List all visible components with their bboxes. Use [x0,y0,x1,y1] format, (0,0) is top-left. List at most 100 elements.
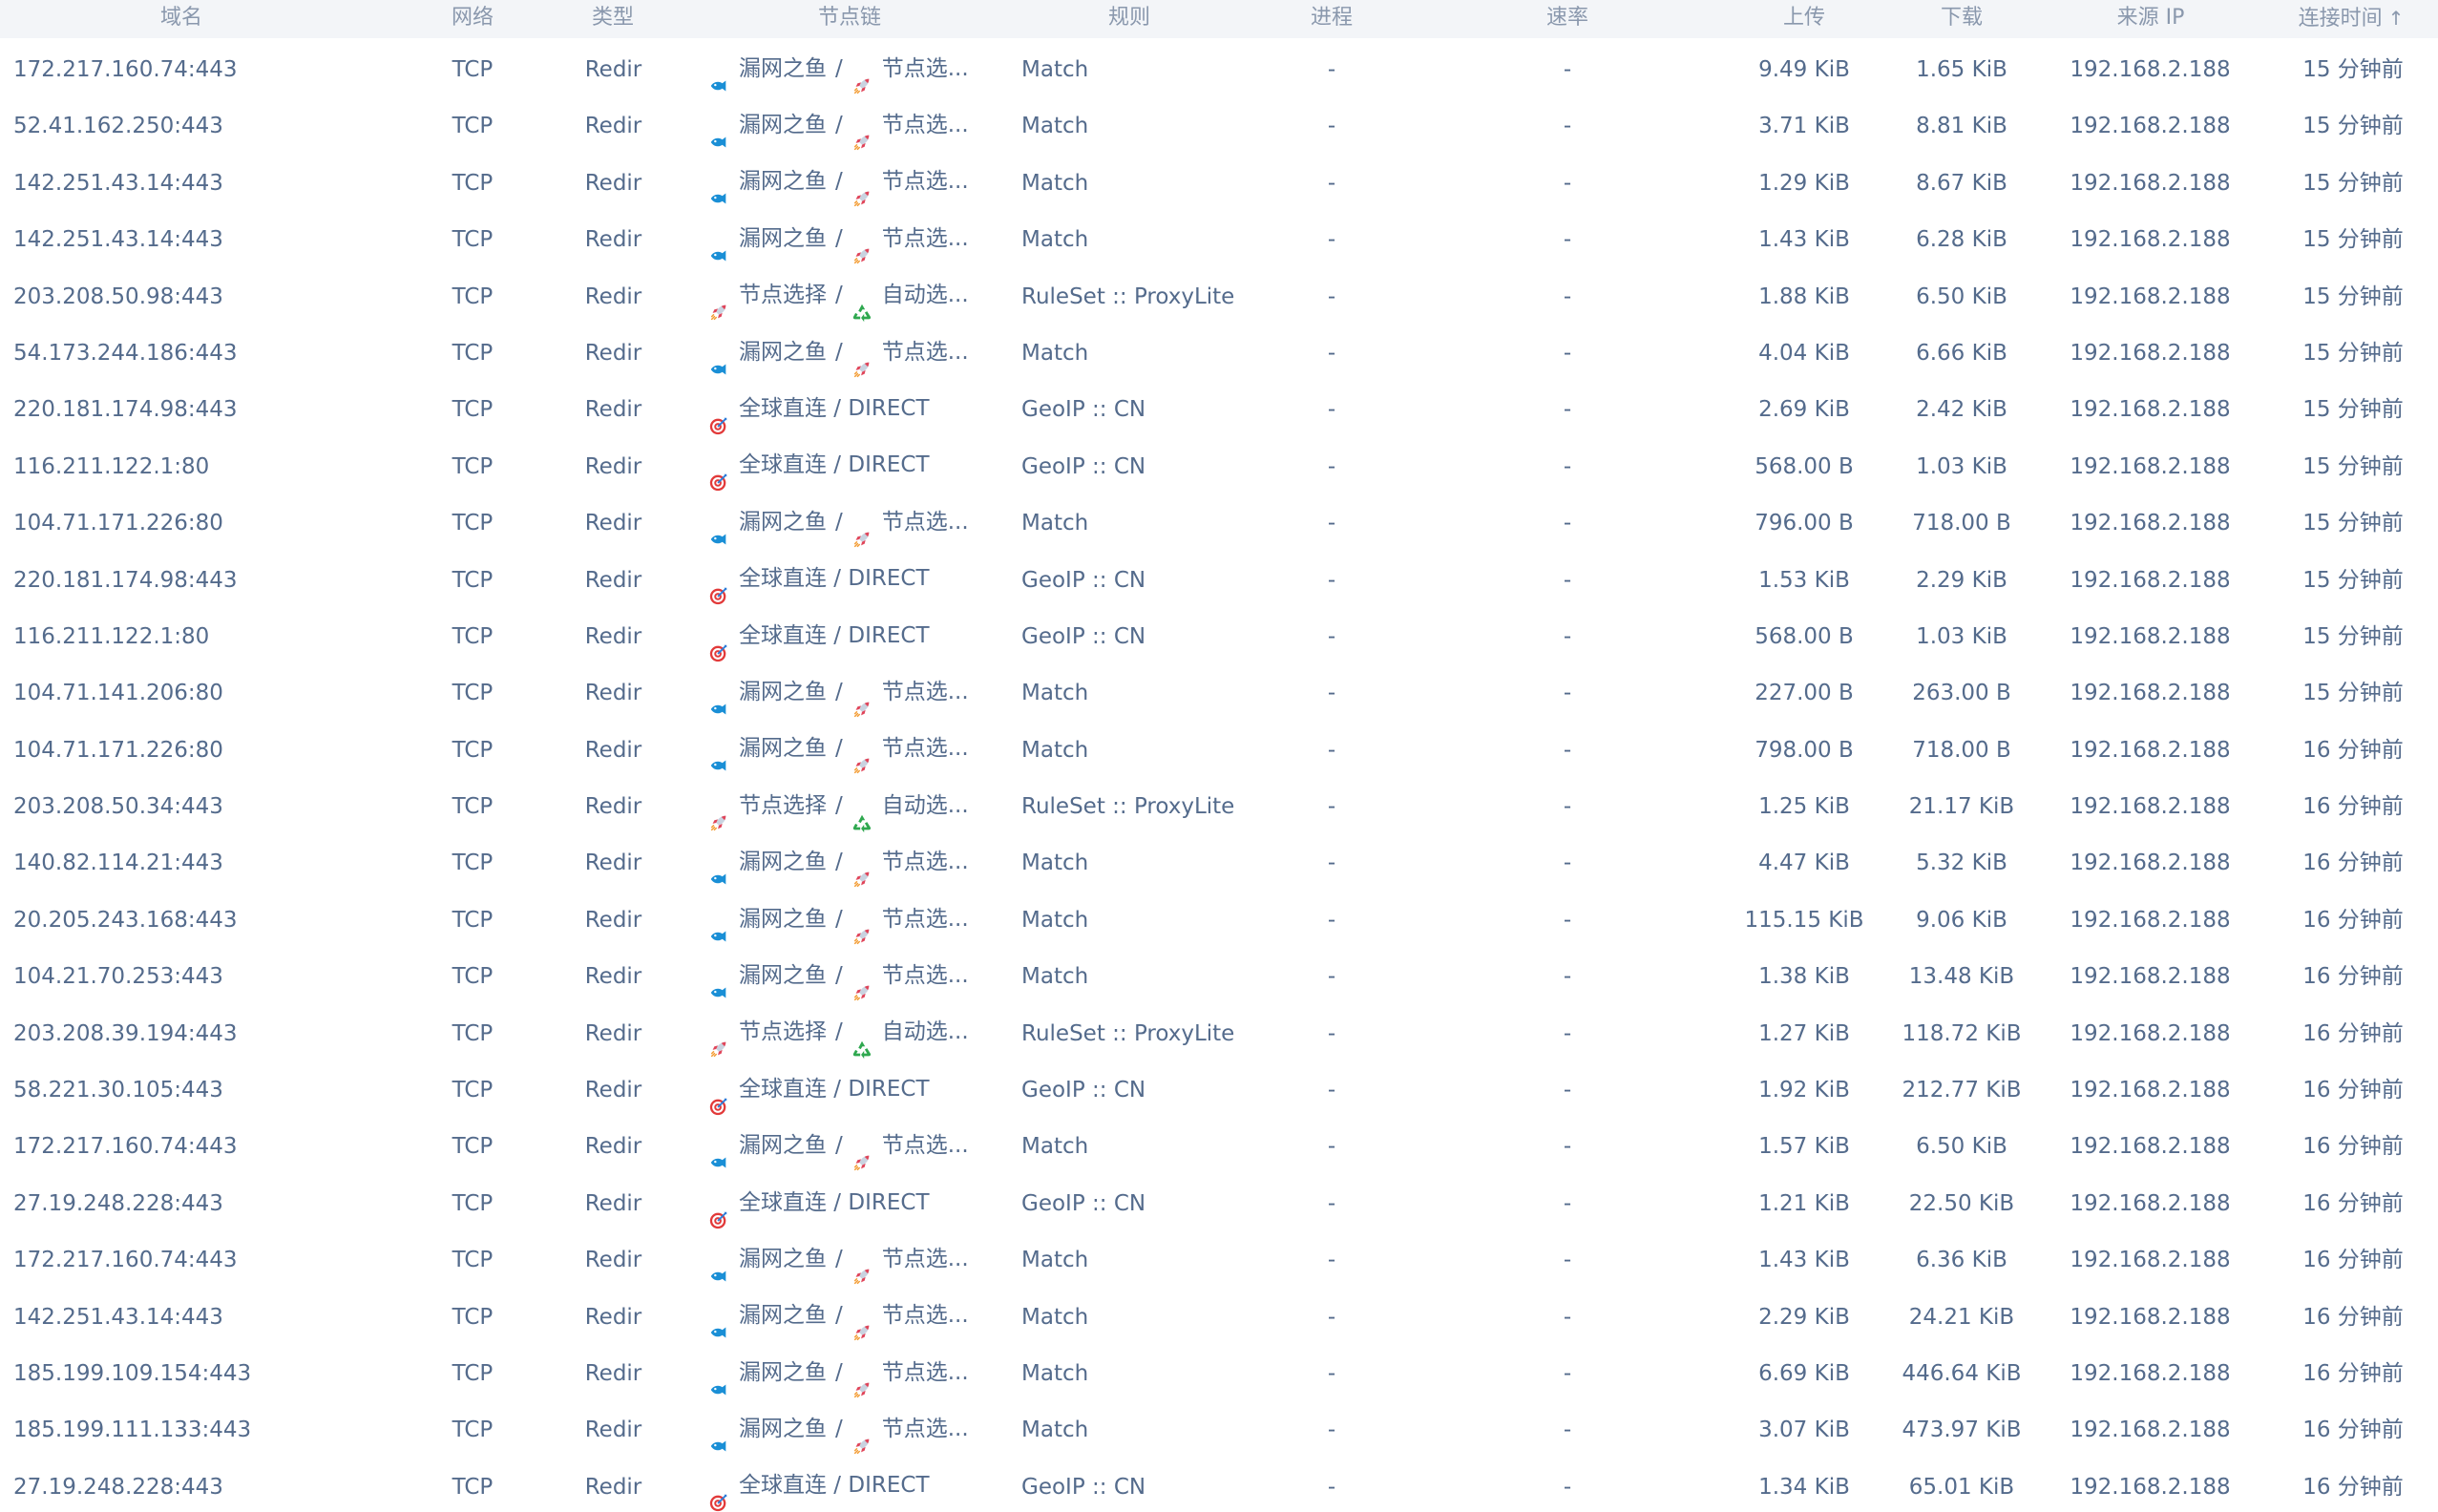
connection-time-cell: 15 分钟前 [2302,397,2404,423]
table-row[interactable]: 20.205.243.168:443 TCP Redir Match - - 115.15 … [0,889,2438,945]
chain-segment: 漏网之鱼 [708,37,827,100]
chain-segment-label: 漏网之鱼 [739,736,827,762]
column-header-rate[interactable]: 速率 [1472,0,1663,38]
chain-segment: 节点选... [851,1341,969,1404]
table-row[interactable]: 142.251.43.14:443 TCP Redir Match - - 2.29 KiB… [0,1286,2438,1342]
column-header-label: 上传 [1782,6,1825,30]
rocket-icon [851,851,872,888]
progress-cell: - [1327,1474,1336,1500]
chain-segment: 漏网之鱼 [708,150,827,213]
chain-segment-label: 全球直连 / DIRECT [739,1189,930,1215]
rule-cell: GeoIP :: CN [1021,1078,1146,1103]
rate-cell: - [1563,567,1572,593]
rate-cell: - [1563,340,1572,366]
source-ip-cell: 192.168.2.188 [2070,1134,2231,1160]
download-cell: 718.00 B [1912,511,2011,536]
table-row[interactable]: 172.217.160.74:443 TCP Redir Match - - 1.43 Ki… [0,1228,2438,1285]
chain-segment-label: 漏网之鱼 [739,962,827,988]
column-header-chain[interactable]: 节点链 [754,0,945,38]
rule-cell: RuleSet :: ProxyLite [1021,794,1235,820]
table-row[interactable]: 220.181.174.98:443 TCP Redir GeoIP :: CN - - 1… [0,549,2438,605]
type-cell: Redir [584,1078,642,1103]
rule-cell: GeoIP :: CN [1021,623,1146,649]
upload-cell: 3.71 KiB [1758,114,1850,139]
progress-cell: - [1327,114,1336,139]
table-row[interactable]: 104.71.171.226:80 TCP Redir Match - - 798.00 B… [0,719,2438,775]
table-row[interactable]: 116.211.122.1:80 TCP Redir GeoIP :: CN - - 568… [0,605,2438,662]
table-row[interactable]: 27.19.248.228:443 TCP Redir GeoIP :: CN - - 1.… [0,1172,2438,1228]
network-cell: TCP [452,794,494,820]
rule-cell: Match [1021,737,1089,763]
upload-cell: 1.27 KiB [1758,1020,1850,1046]
download-cell: 6.36 KiB [1916,1248,2007,1273]
column-header-label: 规则 [1107,6,1150,30]
column-header-type[interactable]: 类型 [517,0,708,38]
upload-cell: 1.53 KiB [1758,567,1850,593]
chain-segment: 自动选... [851,1000,969,1063]
table-row[interactable]: 172.217.160.74:443 TCP Redir Match - - 9.49 Ki… [0,38,2438,94]
column-header-source-ip[interactable]: 来源 IP [2055,0,2246,38]
table-row[interactable]: 54.173.244.186:443 TCP Redir Match - - 4.04 Ki… [0,322,2438,378]
rate-cell: - [1563,397,1572,423]
target-icon [708,398,729,435]
fish-icon [708,115,729,148]
table-row[interactable]: 185.199.109.154:443 TCP Redir Match - - 6.69 K… [0,1342,2438,1398]
source-ip-cell: 192.168.2.188 [2070,1078,2231,1103]
table-row[interactable]: 58.221.30.105:443 TCP Redir GeoIP :: CN - - 1.… [0,1059,2438,1115]
sort-ascending-icon[interactable]: ↑ [2388,7,2405,30]
chain-segment: 全球直连 / DIRECT [708,1171,930,1234]
chain-cell: 漏网之鱼 / 节点选... [708,208,995,264]
fish-icon [708,682,729,715]
chain-segment: 全球直连 / DIRECT [708,604,930,667]
chain-segment-label: 全球直连 / DIRECT [739,396,930,422]
table-row[interactable]: 185.199.111.133:443 TCP Redir Match - - 3.07 K… [0,1398,2438,1455]
column-header-progress[interactable]: 进程 [1236,0,1427,38]
fish-icon [708,738,729,771]
table-row[interactable]: 140.82.114.21:443 TCP Redir Match - - 4.47 KiB… [0,831,2438,888]
table-row[interactable]: 52.41.162.250:443 TCP Redir Match - - 3.71 KiB… [0,94,2438,151]
upload-cell: 2.29 KiB [1758,1304,1850,1330]
chain-cell: 全球直连 / DIRECT [708,1172,995,1228]
chain-segment-label: 节点选... [881,1133,969,1159]
column-header-time[interactable]: 连接时间 ↑ [2256,0,2438,38]
network-cell: TCP [452,567,494,593]
progress-cell: - [1327,623,1336,649]
table-row[interactable]: 203.208.50.98:443 TCP Redir RuleSet :: Prox… [0,265,2438,323]
table-row[interactable]: 104.21.70.253:443 TCP Redir Match - - 1.38 KiB… [0,945,2438,1001]
table-row[interactable]: 220.181.174.98:443 TCP Redir GeoIP :: CN - - 2… [0,378,2438,435]
type-cell: Redir [584,681,642,706]
source-ip-cell: 192.168.2.188 [2070,284,2231,309]
chain-segment: 漏网之鱼 [708,1228,827,1291]
column-header-download[interactable]: 下载 [1866,0,2057,38]
upload-cell: 3.07 KiB [1758,1418,1850,1443]
column-header-host[interactable]: 域名 [86,0,277,38]
connection-time-cell: 16 分钟前 [2302,1134,2404,1160]
type-cell: Redir [584,907,642,933]
table-row[interactable]: 116.211.122.1:80 TCP Redir GeoIP :: CN - - 568… [0,435,2438,492]
download-cell: 1.65 KiB [1916,57,2007,82]
progress-cell: - [1327,170,1336,196]
table-row[interactable]: 142.251.43.14:443 TCP Redir Match - - 1.43 KiB… [0,208,2438,264]
chain-cell: 漏网之鱼 / 节点选... [708,1342,995,1398]
chain-cell: 全球直连 / DIRECT [708,605,995,662]
rocket-icon [851,58,872,94]
rate-cell: - [1563,1248,1572,1273]
table-row[interactable]: 203.208.50.34:443 TCP Redir RuleSet :: Prox… [0,775,2438,832]
chain-segment-label: 漏网之鱼 [739,1133,827,1159]
chain-separator: / [835,1303,843,1329]
rate-cell: - [1563,1190,1572,1216]
chain-segment-label: 漏网之鱼 [739,850,827,875]
table-row[interactable]: 142.251.43.14:443 TCP Redir Match - - 1.29 KiB… [0,152,2438,208]
type-cell: Redir [584,1248,642,1273]
network-cell: TCP [452,453,494,479]
column-header-rule[interactable]: 规则 [1034,0,1225,38]
source-ip-cell: 192.168.2.188 [2070,1418,2231,1443]
table-row[interactable]: 27.19.248.228:443 TCP Redir GeoIP :: CN - - 1.… [0,1456,2438,1512]
rocket-icon [851,1362,872,1397]
download-cell: 5.32 KiB [1916,850,2007,876]
table-row[interactable]: 104.71.171.226:80 TCP Redir Match - - 796.00 B… [0,492,2438,548]
table-row[interactable]: 104.71.141.206:80 TCP Redir Match - - 227.00 B… [0,662,2438,718]
table-row[interactable]: 203.208.39.194:443 TCP Redir RuleSet :: Pro… [0,1002,2438,1060]
host-cell: 27.19.248.228:443 [13,1190,223,1216]
table-row[interactable]: 172.217.160.74:443 TCP Redir Match - - 1.57 Ki… [0,1115,2438,1171]
